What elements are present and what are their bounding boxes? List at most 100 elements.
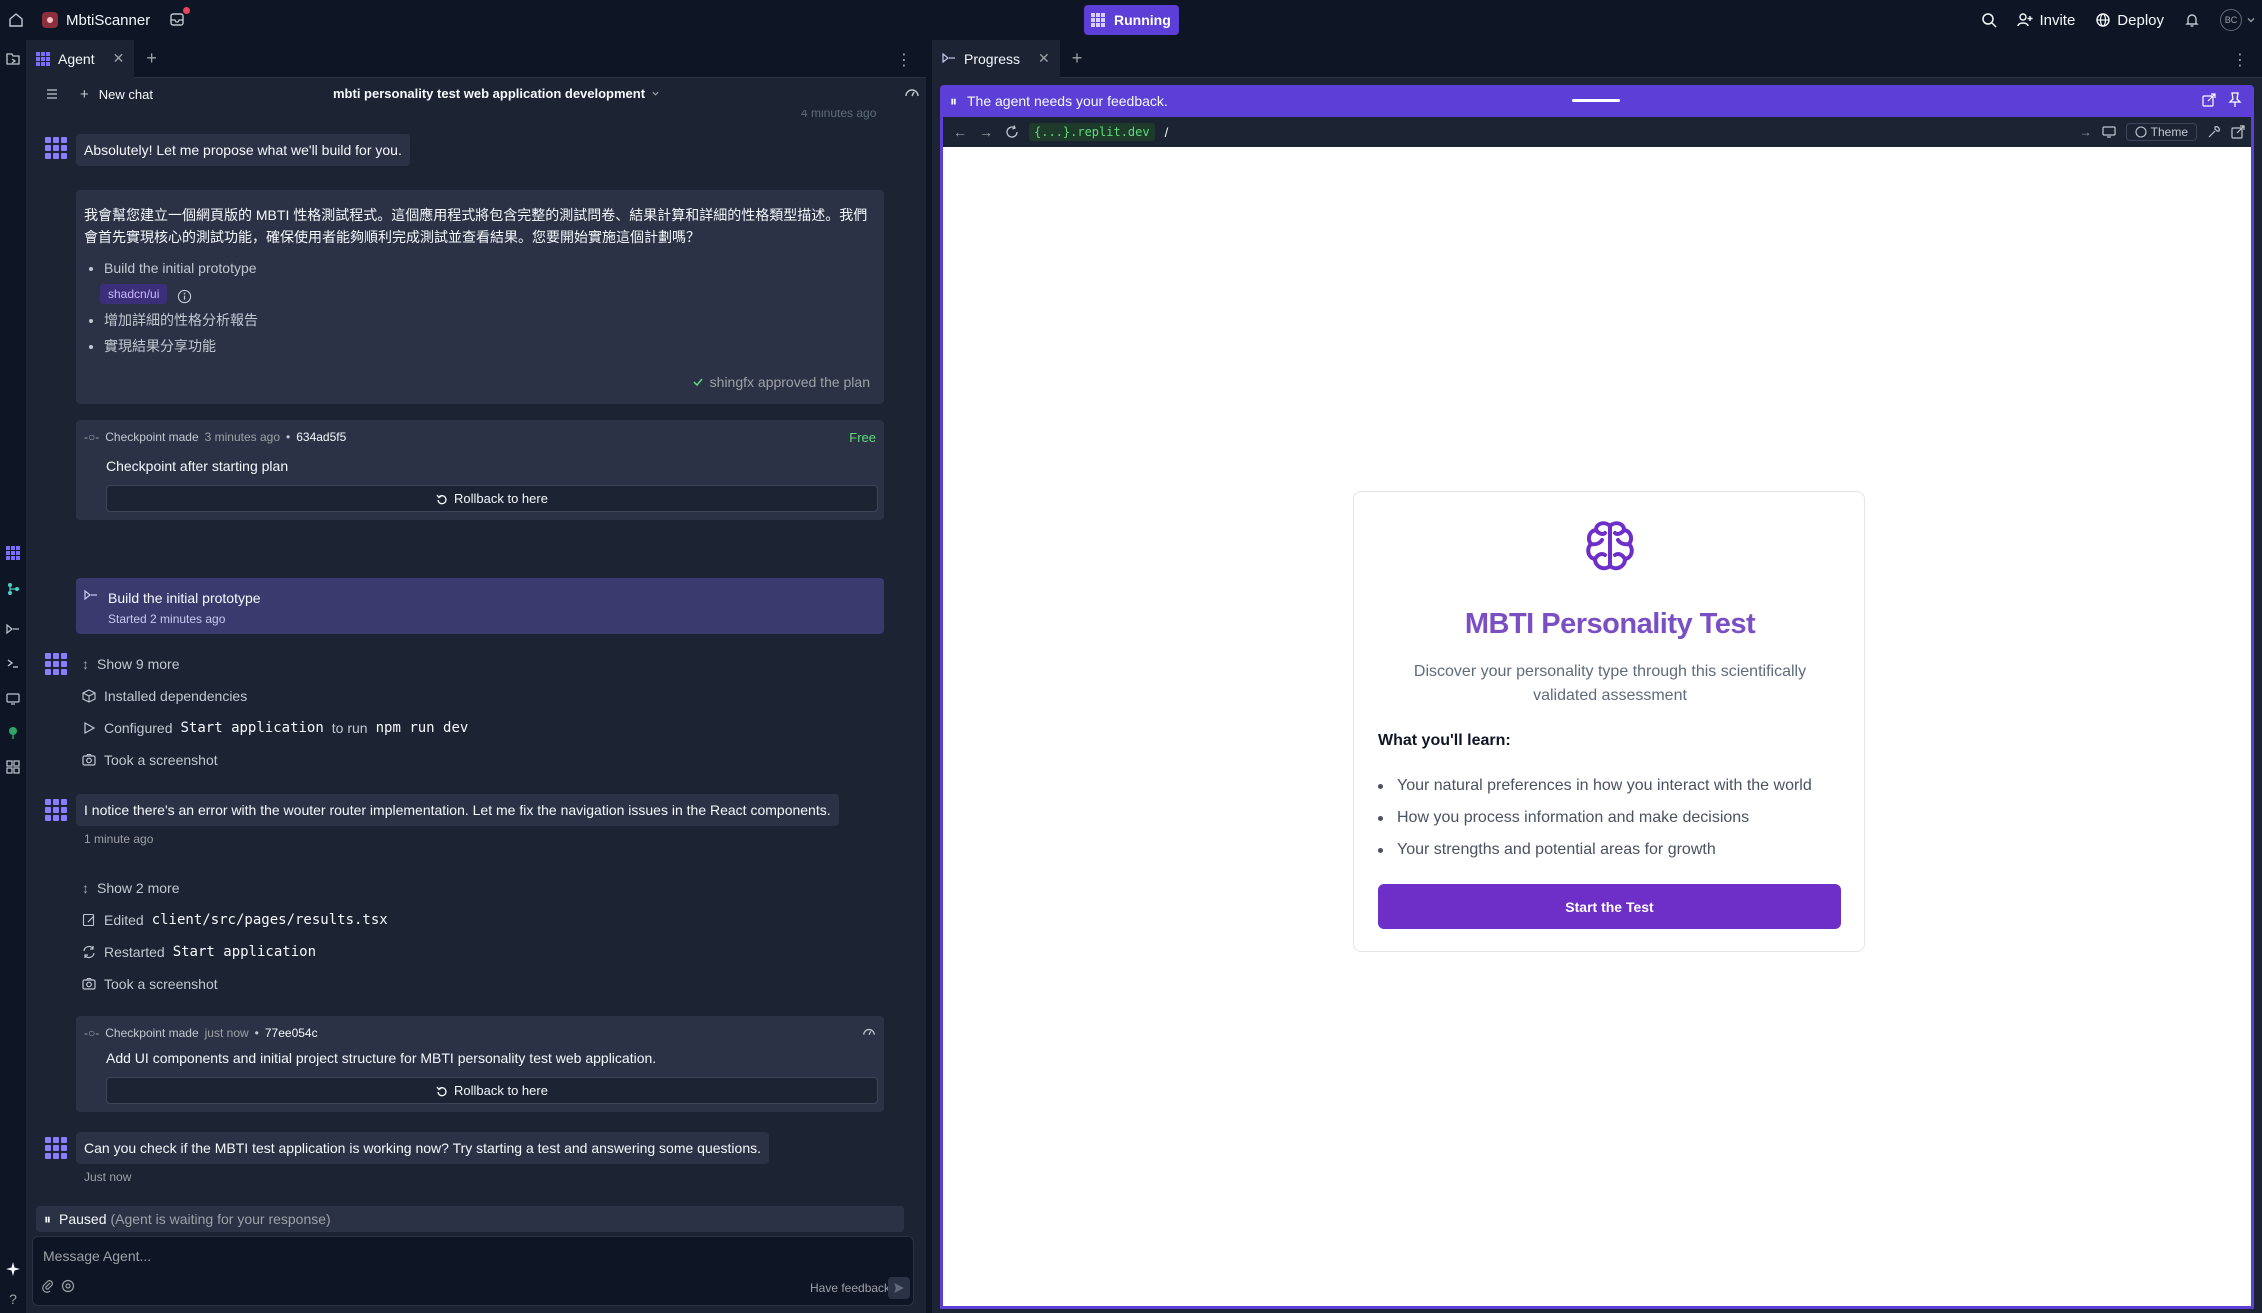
close-icon[interactable]: ✕ — [113, 50, 125, 67]
bullet — [1378, 783, 1383, 789]
forward-icon[interactable]: → — [979, 124, 993, 140]
app-logo-icon — [42, 12, 58, 28]
account-menu[interactable]: BC — [2210, 5, 2262, 35]
invite-label: Invite — [2039, 11, 2076, 29]
palette-icon — [2135, 126, 2147, 138]
tab-agent[interactable]: Agent ✕ — [26, 39, 135, 78]
agent-avatar-icon — [45, 653, 67, 675]
app-name[interactable]: MbtiScanner — [66, 12, 150, 29]
task-status-card[interactable]: Build the initial prototype Started 2 mi… — [76, 578, 884, 634]
rollback-button[interactable]: Rollback to here — [106, 485, 878, 512]
more-options-icon[interactable]: ⋮ — [2232, 50, 2248, 70]
agent-icon[interactable] — [4, 544, 22, 562]
popout-icon[interactable] — [2202, 93, 2216, 107]
help-icon[interactable]: ? — [4, 1290, 22, 1308]
package-icon[interactable] — [4, 724, 22, 742]
chat-title-dropdown[interactable]: mbti personality test web application de… — [333, 86, 660, 101]
devtools-icon[interactable] — [2207, 125, 2221, 139]
agent-avatar-icon — [45, 137, 67, 159]
drag-handle[interactable] — [1572, 99, 1620, 102]
url-host[interactable]: {...}.replit.dev — [1029, 123, 1155, 141]
checkpoint-history-icon[interactable] — [904, 86, 920, 102]
plan-item: Build the initial prototype — [104, 260, 876, 276]
bell-icon[interactable] — [2174, 5, 2210, 35]
plan-item: 實現結果分享功能 — [104, 336, 876, 356]
show-more-button[interactable]: ↕ Show 2 more — [82, 880, 179, 896]
action-code: npm run dev — [375, 720, 469, 736]
action-code[interactable]: client/src/pages/results.tsx — [152, 912, 388, 928]
theme-button[interactable]: Theme — [2125, 123, 2197, 141]
task-title: Build the initial prototype — [108, 590, 261, 606]
add-tab-icon[interactable]: + — [1072, 48, 1083, 69]
files-icon[interactable] — [4, 50, 22, 68]
restart-icon — [83, 945, 95, 959]
go-icon[interactable]: → — [2080, 125, 2092, 139]
top-bar: MbtiScanner Running Invite Deploy BC — [0, 0, 2262, 40]
message-timestamp: Just now — [84, 1170, 132, 1184]
plan-item-tags: shadcn/ui — [92, 282, 876, 310]
checkpoint-history-icon[interactable] — [862, 1026, 876, 1040]
home-icon[interactable] — [4, 8, 28, 32]
browser-nav: ← → — [953, 124, 1019, 140]
add-tab-icon[interactable]: + — [146, 48, 157, 69]
search-icon[interactable] — [1971, 5, 2007, 35]
mention-icon[interactable] — [61, 1279, 75, 1293]
globe-icon — [2096, 13, 2110, 27]
checkpoint-hash[interactable]: 77ee054c — [265, 1026, 318, 1040]
start-test-button[interactable]: Start the Test — [1378, 884, 1841, 929]
paused-detail: (Agent is waiting for your response) — [110, 1211, 331, 1227]
plus-icon: + — [80, 85, 89, 103]
checkpoint-hash[interactable]: 634ad5f5 — [296, 430, 346, 444]
external-link-icon[interactable] — [2231, 125, 2245, 139]
attach-icon[interactable] — [41, 1279, 55, 1293]
webview-icon[interactable] — [4, 690, 22, 708]
list-item-text: How you process information and make dec… — [1397, 809, 1750, 826]
device-icon[interactable] — [2102, 125, 2116, 139]
chat-list-icon[interactable] — [46, 88, 58, 100]
chevron-down-icon — [652, 91, 659, 96]
plan-item: 增加詳細的性格分析報告 — [104, 310, 876, 330]
progress-icon[interactable] — [4, 620, 22, 638]
action-label: Restarted — [104, 944, 165, 960]
checkpoint-card: -○- Checkpoint made just now • 77ee054c … — [76, 1016, 884, 1112]
send-button[interactable] — [888, 1277, 910, 1299]
all-tools-icon[interactable] — [4, 758, 22, 776]
reload-icon[interactable] — [1005, 125, 1019, 139]
deploy-button[interactable]: Deploy — [2085, 5, 2174, 35]
agent-message: Absolutely! Let me propose what we'll bu… — [76, 134, 410, 166]
webview-viewport: MBTI Personality Test Discover your pers… — [943, 147, 2251, 1306]
git-icon[interactable] — [4, 580, 22, 598]
page-title: MBTI Personality Test — [1464, 608, 1756, 640]
tab-agent-label: Agent — [58, 50, 95, 67]
run-status-label: Running — [1114, 12, 1171, 28]
rollback-button[interactable]: Rollback to here — [106, 1077, 878, 1104]
show-more-button[interactable]: ↕ Show 9 more — [82, 656, 179, 672]
undo-icon — [436, 494, 447, 504]
feedback-link[interactable]: Have feedback? — [810, 1281, 897, 1295]
paused-status: ⏸ Paused (Agent is waiting for your resp… — [36, 1206, 904, 1232]
pause-icon: ⏸ — [950, 92, 957, 109]
avatar: BC — [2220, 9, 2242, 31]
new-chat-button[interactable]: + New chat — [80, 86, 153, 103]
pin-icon[interactable] — [2228, 92, 2242, 108]
rollback-label: Rollback to here — [454, 491, 548, 506]
back-icon[interactable]: ← — [953, 124, 967, 140]
action-item: Configured Start application to run npm … — [82, 720, 468, 736]
tab-progress[interactable]: Progress ✕ — [932, 39, 1060, 78]
message-input[interactable] — [43, 1245, 903, 1267]
invite-button[interactable]: Invite — [2007, 5, 2085, 35]
list-item-text: Your strengths and potential areas for g… — [1397, 841, 1716, 858]
more-options-icon[interactable]: ⋮ — [896, 50, 912, 70]
inbox-icon[interactable] — [168, 7, 191, 30]
sparkle-icon[interactable] — [4, 1260, 22, 1278]
list-item-text: Your natural preferences in how you inte… — [1397, 777, 1812, 794]
checkpoint-description: Checkpoint after starting plan — [106, 458, 289, 474]
action-item: Edited client/src/pages/results.tsx — [82, 912, 388, 928]
action-item: Restarted Start application — [82, 944, 316, 960]
url-path[interactable]: / — [1165, 125, 1169, 140]
close-icon[interactable]: ✕ — [1038, 50, 1050, 67]
run-status-button[interactable]: Running — [1084, 5, 1179, 35]
info-icon[interactable] — [177, 289, 192, 304]
list-item: How you process information and make dec… — [1378, 802, 1848, 834]
console-icon[interactable] — [4, 654, 22, 672]
